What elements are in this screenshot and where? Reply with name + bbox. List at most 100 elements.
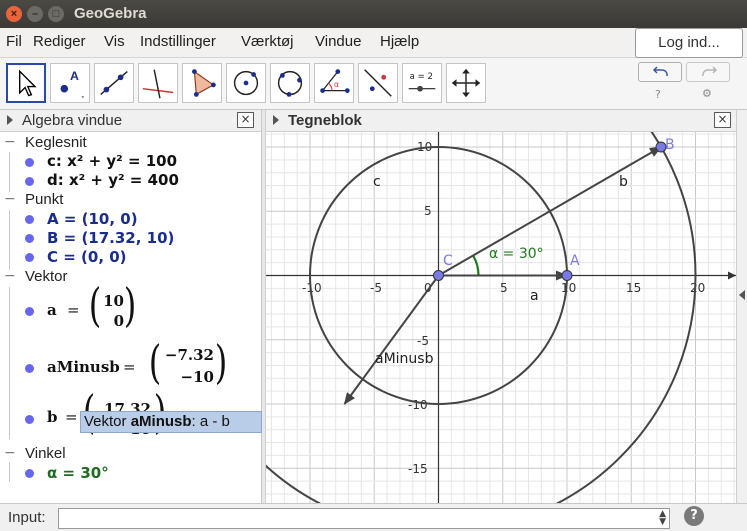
visibility-toggle-A[interactable]	[25, 215, 34, 224]
label-C: C	[443, 253, 453, 269]
gear-icon[interactable]: ⚙	[702, 87, 712, 100]
right-panel-edge[interactable]	[736, 110, 747, 503]
move-graphics-tool-button[interactable]	[446, 63, 486, 103]
line-icon	[100, 71, 128, 95]
menu-rediger[interactable]: Rediger	[33, 33, 86, 50]
point-icon: A	[60, 69, 85, 99]
slider-tool-button[interactable]: a = 2	[402, 63, 442, 103]
category-conics: Keglesnit	[25, 134, 87, 151]
angle-tool-button[interactable]: α	[314, 63, 354, 103]
collapse-vectors-icon[interactable]: −	[4, 268, 16, 284]
visibility-toggle-C[interactable]	[25, 253, 34, 262]
login-button[interactable]: Log ind...	[635, 28, 743, 58]
vector-b-eq: =	[65, 408, 78, 426]
close-panel-button[interactable]: ×	[237, 112, 254, 128]
slider-icon: a = 2	[408, 72, 436, 92]
label-vector-a: a	[530, 288, 539, 304]
close-panel-button[interactable]: ×	[714, 112, 731, 128]
x-tick-label: 10	[561, 281, 576, 295]
circle-three-points-tool-button[interactable]	[270, 63, 310, 103]
collapse-arrow-icon[interactable]	[273, 115, 279, 125]
toolbar: A α a = 2	[0, 58, 747, 110]
vector-aMinusb-y: −10	[180, 368, 214, 386]
x-tick-label: 15	[626, 281, 641, 295]
algebra-view: Algebra vindue × − Keglesnit c: x² + y² …	[0, 110, 262, 503]
input-history-arrows-icon[interactable]: ▲ ▼	[659, 510, 666, 527]
object-tooltip: Vektor aMinusb: a - b	[80, 411, 262, 433]
input-help-button[interactable]: ?	[684, 506, 704, 526]
perpendicular-line-icon	[142, 69, 174, 99]
point-tool-button[interactable]: A	[50, 63, 90, 103]
maximize-window-button[interactable]: □	[48, 6, 64, 22]
menu-hjaelp[interactable]: Hjælp	[380, 33, 419, 50]
visibility-toggle-B[interactable]	[25, 234, 34, 243]
menu-vaerktoej[interactable]: Værktøj	[241, 33, 294, 50]
vector-a-x: 10	[103, 292, 124, 310]
reflect-tool-button[interactable]	[358, 63, 398, 103]
graphics-view-title: Tegneblok	[288, 112, 362, 129]
point-A[interactable]: A = (10, 0)	[47, 210, 138, 228]
collapse-conics-icon[interactable]: −	[4, 134, 16, 150]
drawing-canvas[interactable]: -10 -5 0 5 10 15 20 10 5 -5 -10 -15 C A …	[266, 132, 736, 503]
point-C-marker[interactable]	[433, 270, 444, 281]
tooltip-object-name: aMinusb	[130, 413, 192, 430]
minimize-window-button[interactable]: –	[27, 6, 43, 22]
point-C[interactable]: C = (0, 0)	[47, 248, 127, 266]
x-tick-label: 20	[690, 281, 705, 295]
visibility-toggle-d[interactable]	[25, 177, 34, 186]
collapse-arrow-icon[interactable]	[7, 115, 13, 125]
help-icon[interactable]: ?	[655, 88, 661, 101]
redo-icon	[702, 66, 718, 77]
visibility-toggle-c[interactable]	[25, 158, 34, 167]
category-points: Punkt	[25, 191, 64, 208]
menu-indstillinger[interactable]: Indstillinger	[140, 33, 216, 50]
tooltip-definition: : a - b	[191, 413, 230, 430]
expand-arrow-icon[interactable]	[739, 290, 745, 300]
undo-button[interactable]	[638, 62, 682, 82]
vector-a-name[interactable]: a	[47, 301, 57, 319]
redo-button[interactable]	[686, 62, 730, 82]
x-tick-label: -5	[370, 281, 382, 295]
title-bar: × – □ GeoGebra	[0, 0, 747, 28]
perpendicular-tool-button[interactable]	[138, 63, 178, 103]
menu-vindue[interactable]: Vindue	[315, 33, 361, 50]
conic-c[interactable]: c: x² + y² = 100	[47, 152, 177, 170]
vector-aMinusb-name[interactable]: aMinusb	[47, 358, 120, 376]
visibility-toggle-alpha[interactable]	[25, 469, 34, 478]
vector-b-name[interactable]: b	[47, 408, 58, 426]
vector-aMinusb-x: −7.32	[164, 346, 214, 364]
algebra-view-title: Algebra vindue	[22, 112, 123, 129]
menu-fil[interactable]: Fil	[6, 33, 22, 50]
x-axis-arrow-icon	[728, 271, 736, 280]
collapse-points-icon[interactable]: −	[4, 191, 16, 207]
input-label: Input:	[8, 509, 46, 526]
circle-center-tool-button[interactable]	[226, 63, 266, 103]
polygon-tool-button[interactable]	[182, 63, 222, 103]
grid	[266, 132, 736, 503]
input-field[interactable]: ▲ ▼	[58, 508, 670, 529]
algebra-view-header: Algebra vindue ×	[0, 110, 261, 132]
collapse-angles-icon[interactable]: −	[4, 445, 16, 461]
line-tool-button[interactable]	[94, 63, 134, 103]
angle-alpha[interactable]: α = 30°	[47, 464, 109, 482]
visibility-toggle-b[interactable]	[25, 415, 34, 424]
label-angle: α = 30°	[489, 246, 544, 262]
svg-text:a = 2: a = 2	[410, 72, 433, 82]
close-window-button[interactable]: ×	[6, 6, 22, 22]
label-circle-c: c	[373, 174, 381, 190]
move-arrows-icon	[451, 68, 481, 98]
label-vector-b: b	[619, 174, 628, 190]
point-B[interactable]: B = (17.32, 10)	[47, 229, 174, 247]
y-tick-label: 5	[424, 204, 432, 218]
angle-arc[interactable]	[472, 254, 480, 276]
angle-icon: α	[320, 69, 350, 93]
cursor-arrow-icon	[19, 69, 37, 97]
visibility-toggle-aMinusb[interactable]	[25, 364, 34, 373]
y-tick-label: -15	[408, 462, 428, 476]
point-A-marker[interactable]	[561, 270, 573, 281]
move-tool-button[interactable]	[6, 63, 46, 103]
circle-center-point-icon	[233, 70, 259, 96]
conic-d[interactable]: d: x² + y² = 400	[47, 171, 179, 189]
visibility-toggle-a[interactable]	[25, 307, 34, 316]
menu-vis[interactable]: Vis	[104, 33, 125, 50]
